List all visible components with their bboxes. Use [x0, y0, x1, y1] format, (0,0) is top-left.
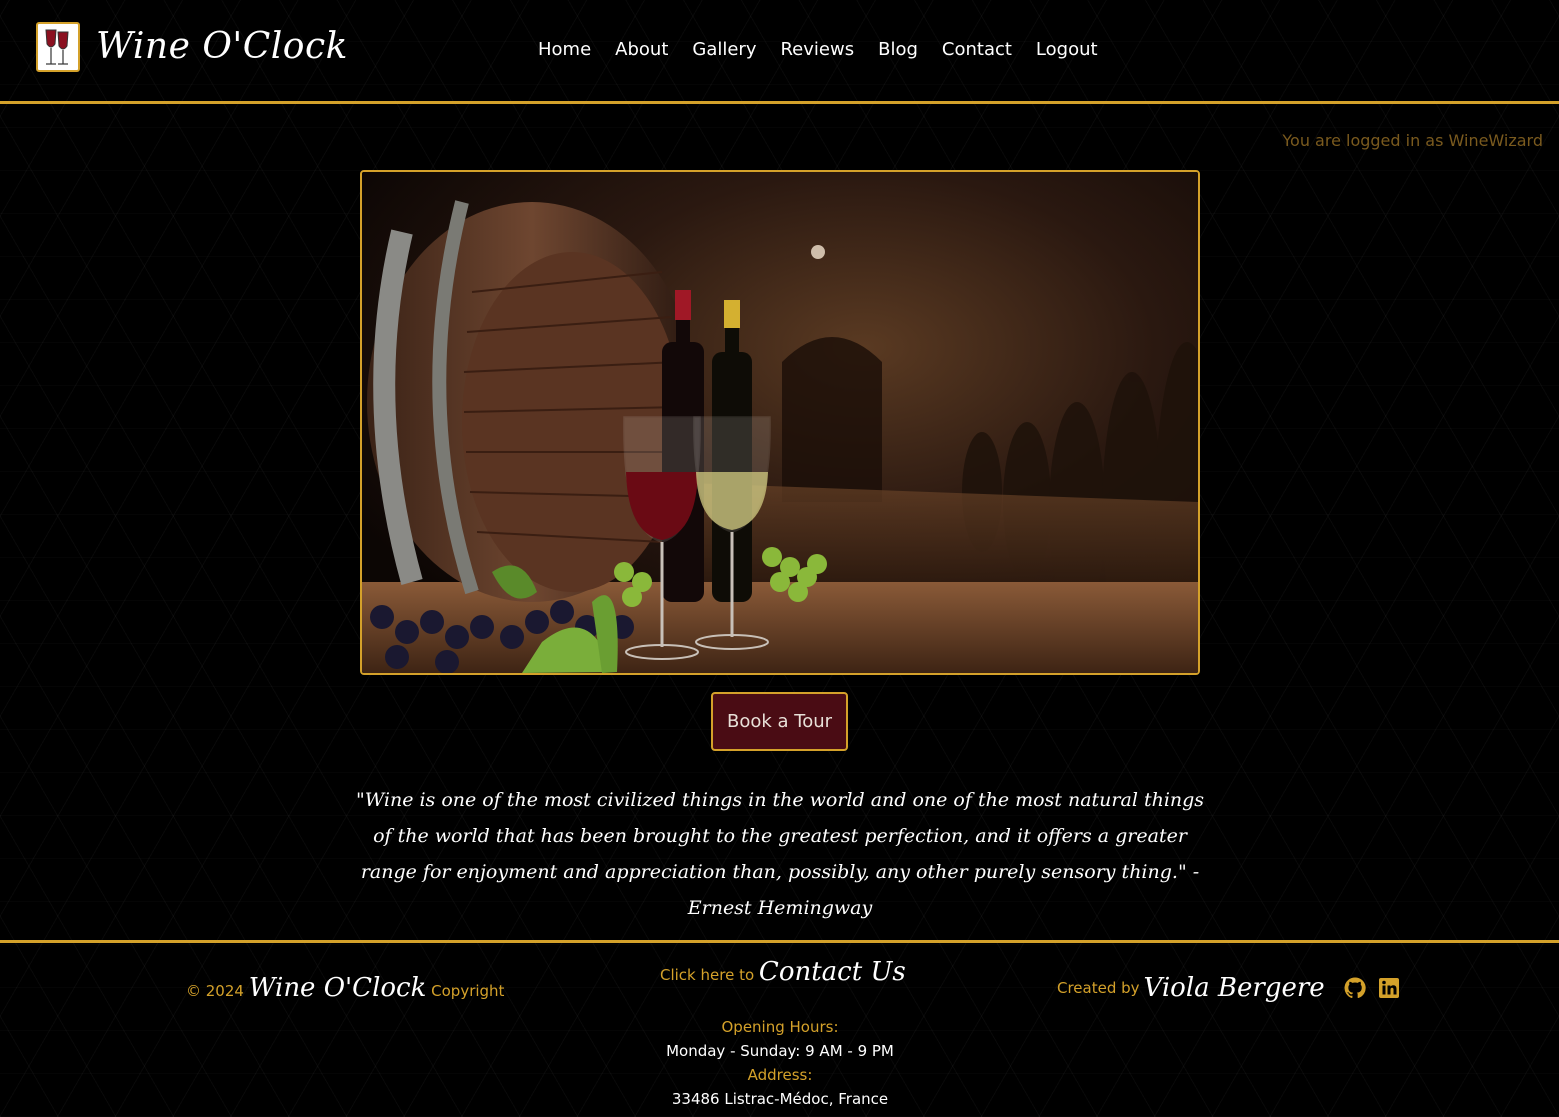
linkedin-icon[interactable] [1377, 976, 1401, 1000]
site-footer: © 2024 Wine O'Clock Copyright Click here… [0, 940, 1559, 1117]
nav-logout[interactable]: Logout [1032, 36, 1102, 64]
hours-label: Opening Hours: [721, 1018, 839, 1036]
footer-info: Opening Hours: Monday - Sunday: 9 AM - 9… [580, 1015, 980, 1111]
nav-about[interactable]: About [611, 36, 672, 64]
book-tour-button[interactable]: Book a Tour [711, 692, 848, 751]
main-nav: Home About Gallery Reviews Blog Contact … [534, 36, 1102, 64]
github-icon[interactable] [1343, 976, 1367, 1000]
wine-cellar-image [362, 172, 1198, 673]
logo-wine-glasses-icon[interactable] [36, 22, 80, 72]
created-prefix: Created by [1057, 979, 1140, 997]
copyright: © 2024 Wine O'Clock Copyright [186, 973, 504, 1003]
copyright-brand: Wine O'Clock [248, 973, 427, 1003]
hero-image [360, 170, 1200, 675]
nav-gallery[interactable]: Gallery [688, 36, 760, 64]
nav-blog[interactable]: Blog [874, 36, 922, 64]
copyright-suffix: Copyright [431, 982, 505, 1000]
footer-contact: Click here to Contact Us [660, 957, 906, 987]
site-header: Wine O'Clock Home About Gallery Reviews … [0, 0, 1559, 104]
nav-contact[interactable]: Contact [938, 36, 1016, 64]
created-by: Created by Viola Bergere [1057, 973, 1401, 1003]
nav-reviews[interactable]: Reviews [776, 36, 858, 64]
nav-home[interactable]: Home [534, 36, 595, 64]
address-value: 33486 Listrac-Médoc, France [671, 1090, 889, 1108]
login-status: You are logged in as WineWizard [1282, 131, 1543, 150]
contact-us-link[interactable]: Contact Us [759, 957, 906, 987]
address-label: Address: [747, 1066, 813, 1084]
copyright-prefix: © 2024 [186, 982, 244, 1000]
creator-name: Viola Bergere [1143, 973, 1325, 1003]
contact-prefix: Click here to [660, 966, 755, 984]
hours-value: Monday - Sunday: 9 AM - 9 PM [666, 1042, 894, 1060]
hemingway-quote: "Wine is one of the most civilized thing… [355, 789, 1205, 919]
brand-name[interactable]: Wine O'Clock [96, 24, 348, 70]
wine-glasses-icon [45, 29, 69, 65]
